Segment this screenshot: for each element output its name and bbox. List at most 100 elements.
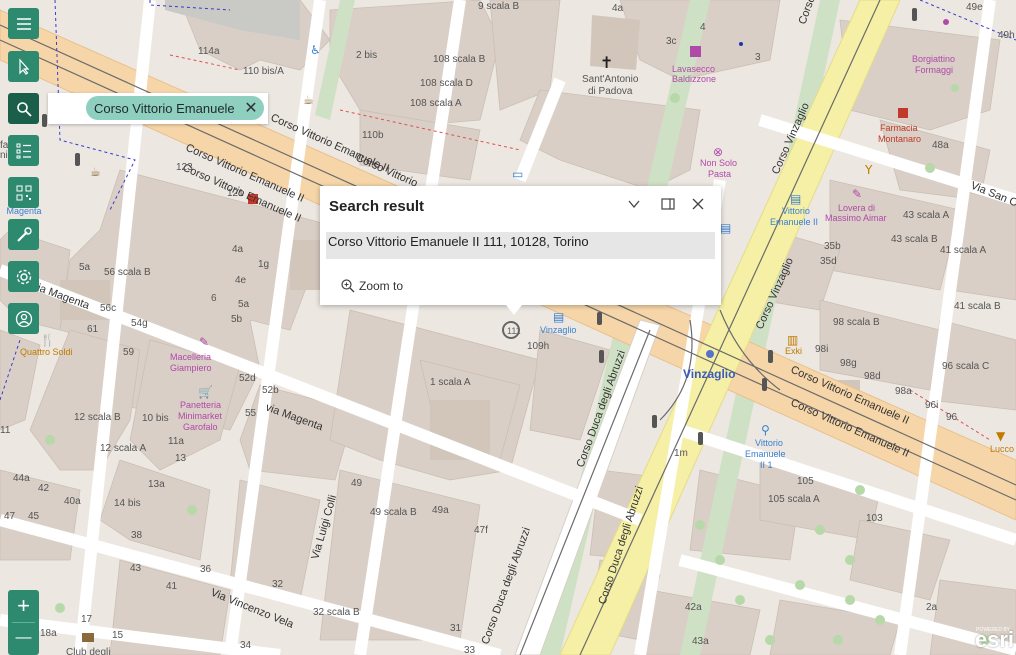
- svg-text:49 scala B: 49 scala B: [370, 507, 417, 518]
- esri-logo[interactable]: esri: [975, 627, 1014, 653]
- zoom-in-button[interactable]: +: [8, 590, 39, 621]
- svg-text:▭: ▭: [512, 167, 523, 181]
- toolbar-caption: Magenta: [6, 206, 42, 216]
- svg-text:5a: 5a: [79, 262, 91, 273]
- svg-text:59: 59: [123, 347, 135, 358]
- settings-button[interactable]: [8, 261, 39, 292]
- svg-text:4a: 4a: [232, 244, 244, 255]
- legend-button[interactable]: [8, 135, 39, 166]
- close-icon: [692, 198, 704, 210]
- svg-text:Non Solo: Non Solo: [700, 158, 737, 168]
- svg-text:45: 45: [28, 511, 40, 522]
- qr-code-button[interactable]: [8, 177, 39, 208]
- chevron-down-icon: [628, 200, 640, 209]
- svg-text:☕: ☕: [90, 165, 101, 179]
- svg-text:41 scala B: 41 scala B: [954, 301, 1001, 312]
- svg-text:Emanuele II: Emanuele II: [770, 217, 818, 227]
- svg-text:Borgiattino: Borgiattino: [912, 54, 955, 64]
- settings-icon: [16, 269, 31, 284]
- svg-text:49e: 49e: [966, 2, 983, 13]
- collapse-button[interactable]: [625, 195, 643, 213]
- svg-text:49: 49: [351, 478, 363, 489]
- svg-text:Minimarket: Minimarket: [178, 411, 223, 421]
- svg-text:4: 4: [700, 22, 706, 33]
- search-panel: Corso Vittorio Emanuele ✕: [48, 93, 268, 124]
- svg-text:11: 11: [0, 425, 11, 436]
- svg-text:42: 42: [38, 483, 50, 494]
- legend-icon: [16, 143, 31, 158]
- svg-text:36: 36: [200, 564, 212, 575]
- svg-text:Macelleria: Macelleria: [170, 352, 211, 362]
- svg-text:10 bis: 10 bis: [142, 413, 169, 424]
- search-chip[interactable]: Corso Vittorio Emanuele ✕: [86, 96, 264, 120]
- svg-text:Y: Y: [864, 163, 873, 177]
- svg-text:98a: 98a: [895, 386, 912, 397]
- svg-text:3: 3: [755, 52, 761, 63]
- svg-text:109h: 109h: [527, 341, 549, 352]
- svg-text:Panetteria: Panetteria: [180, 400, 221, 410]
- select-icon: [18, 57, 29, 75]
- svg-text:48a: 48a: [932, 140, 949, 151]
- svg-text:5b: 5b: [231, 314, 243, 325]
- svg-text:43 scala A: 43 scala A: [903, 210, 949, 221]
- svg-text:108 scala A: 108 scala A: [410, 98, 462, 109]
- user-button[interactable]: [8, 303, 39, 334]
- select-button[interactable]: [8, 51, 39, 82]
- svg-text:43 scala B: 43 scala B: [891, 234, 938, 245]
- search-button[interactable]: [8, 93, 39, 124]
- svg-text:⚲: ⚲: [761, 423, 770, 437]
- measure-tool-icon: [16, 226, 32, 242]
- svg-text:ni: ni: [0, 150, 8, 161]
- svg-text:▥: ▥: [787, 333, 798, 347]
- svg-text:4e: 4e: [235, 275, 247, 286]
- svg-text:13: 13: [175, 453, 187, 464]
- dock-button[interactable]: [659, 195, 677, 213]
- svg-text:Baldizzone: Baldizzone: [672, 74, 716, 84]
- svg-text:31: 31: [450, 623, 462, 634]
- svg-text:1g: 1g: [258, 259, 269, 270]
- svg-text:49h: 49h: [998, 30, 1015, 41]
- zoom-to-label: Zoom to: [359, 279, 404, 293]
- svg-text:17: 17: [81, 614, 93, 625]
- svg-text:▤: ▤: [790, 192, 801, 206]
- measure-button[interactable]: [8, 219, 39, 250]
- svg-text:54g: 54g: [131, 318, 148, 329]
- svg-text:Lovera di: Lovera di: [838, 203, 875, 213]
- svg-text:Massimo Aimar: Massimo Aimar: [825, 213, 887, 223]
- svg-text:Giampiero: Giampiero: [170, 363, 212, 373]
- svg-text:41: 41: [166, 581, 178, 592]
- svg-text:105: 105: [797, 476, 814, 487]
- svg-text:Emanuele: Emanuele: [745, 449, 786, 459]
- svg-text:98g: 98g: [840, 358, 857, 369]
- svg-text:5a: 5a: [238, 299, 250, 310]
- svg-text:47f: 47f: [474, 525, 488, 536]
- svg-text:40a: 40a: [64, 496, 81, 507]
- svg-text:15: 15: [112, 630, 124, 641]
- svg-text:61: 61: [87, 324, 99, 335]
- svg-text:44a: 44a: [13, 473, 30, 484]
- zoom-to-button[interactable]: Zoom to: [340, 278, 403, 294]
- svg-text:55: 55: [245, 408, 257, 419]
- zoom-control: + —: [8, 590, 39, 655]
- svg-text:4a: 4a: [612, 3, 624, 14]
- svg-text:108 scala B: 108 scala B: [433, 54, 486, 65]
- svg-text:▤: ▤: [553, 310, 564, 324]
- svg-text:Quattro Soldi: Quattro Soldi: [20, 347, 73, 357]
- svg-text:Club degli: Club degli: [66, 647, 110, 655]
- svg-text:Vinzaglio: Vinzaglio: [683, 367, 735, 381]
- zoom-out-button[interactable]: —: [8, 622, 39, 653]
- svg-text:47: 47: [4, 511, 16, 522]
- zoom-to-icon: [341, 279, 355, 293]
- clear-search-icon[interactable]: ✕: [240, 98, 262, 118]
- svg-text:35b: 35b: [824, 241, 841, 252]
- svg-text:♿: ♿: [310, 43, 321, 57]
- svg-text:⊗: ⊗: [713, 145, 723, 159]
- svg-text:56 scala B: 56 scala B: [104, 267, 151, 278]
- svg-text:▤: ▤: [720, 221, 731, 235]
- svg-text:32: 32: [272, 579, 284, 590]
- svg-text:110 bis/A: 110 bis/A: [243, 66, 284, 77]
- svg-text:18a: 18a: [40, 628, 57, 639]
- close-button[interactable]: [689, 195, 707, 213]
- search-result-popup: Search result Corso Vittorio Emanuele II…: [320, 186, 721, 315]
- menu-button[interactable]: [8, 8, 39, 39]
